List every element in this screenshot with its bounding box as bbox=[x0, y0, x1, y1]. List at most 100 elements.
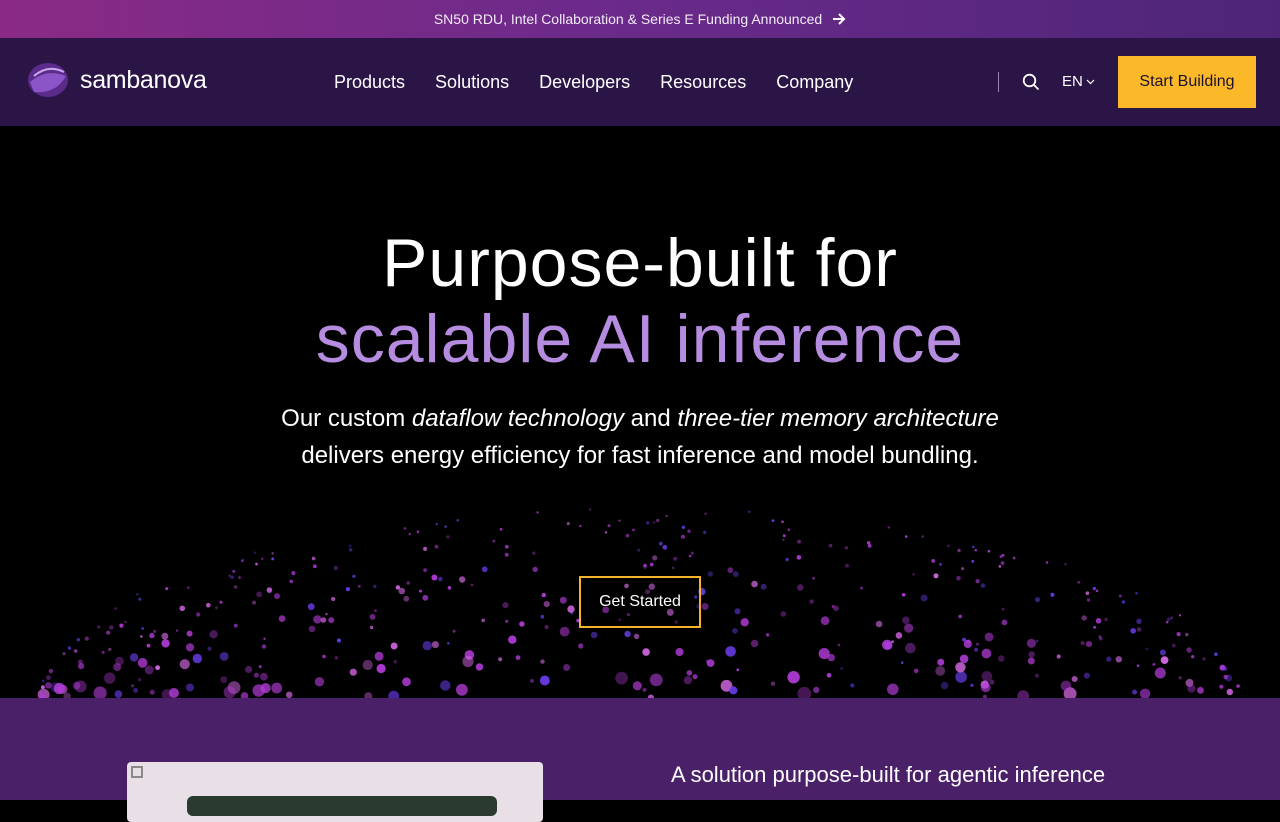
particle-dot bbox=[252, 684, 265, 697]
particle-dot bbox=[751, 580, 758, 588]
language-selector[interactable]: EN bbox=[1062, 73, 1095, 90]
logo-text: sambanova bbox=[80, 65, 207, 94]
main-nav: Products Solutions Developers Resources … bbox=[334, 38, 853, 126]
particle-dot bbox=[374, 651, 384, 661]
particle-dot bbox=[975, 579, 980, 584]
particle-dot bbox=[314, 677, 325, 687]
particle-dot bbox=[532, 566, 538, 573]
announcement-bar[interactable]: SN50 RDU, Intel Collaboration & Series E… bbox=[0, 0, 1280, 38]
particle-dot bbox=[837, 643, 841, 647]
particle-dot bbox=[498, 657, 503, 662]
particle-dot bbox=[369, 613, 376, 620]
particle-dot bbox=[642, 687, 647, 692]
particle-dot bbox=[1028, 651, 1035, 658]
particle-dot bbox=[632, 681, 642, 691]
particle-dot bbox=[981, 648, 992, 659]
get-started-button[interactable]: Get Started bbox=[579, 576, 701, 628]
hero-title-line2: scalable AI inference bbox=[315, 301, 965, 377]
particle-dot bbox=[185, 643, 195, 652]
particle-dot bbox=[263, 637, 266, 640]
particle-dot bbox=[499, 528, 503, 531]
particle-dot bbox=[1170, 616, 1174, 620]
particle-dot bbox=[179, 659, 190, 670]
particle-dot bbox=[41, 679, 45, 683]
particle-dot bbox=[504, 552, 509, 557]
particle-dot bbox=[41, 685, 45, 690]
particle-dot bbox=[578, 643, 584, 649]
particle-dot bbox=[681, 525, 686, 529]
particle-dot bbox=[312, 564, 317, 569]
particle-dot bbox=[1060, 680, 1072, 692]
particle-dot bbox=[114, 690, 123, 698]
particle-dot bbox=[333, 565, 338, 571]
particle-dot bbox=[707, 571, 713, 577]
particle-dot bbox=[138, 678, 142, 682]
particle-dot bbox=[161, 639, 170, 648]
nav-resources[interactable]: Resources bbox=[660, 72, 746, 93]
product-image bbox=[127, 762, 543, 822]
particle-dot bbox=[169, 688, 179, 698]
particle-dot bbox=[1139, 688, 1151, 698]
nav-solutions[interactable]: Solutions bbox=[435, 72, 509, 93]
particle-dot bbox=[431, 574, 438, 581]
particle-dot bbox=[998, 655, 1005, 662]
particle-dot bbox=[408, 532, 411, 536]
particle-dot bbox=[459, 576, 466, 583]
particle-dot bbox=[1001, 553, 1005, 557]
particle-dot bbox=[827, 653, 835, 662]
particle-dot bbox=[1000, 561, 1005, 565]
particle-dot bbox=[607, 524, 611, 528]
particle-dot bbox=[357, 584, 361, 588]
particle-dot bbox=[750, 639, 759, 648]
particle-dot bbox=[1026, 638, 1036, 648]
nav-company[interactable]: Company bbox=[776, 72, 853, 93]
particle-dot bbox=[481, 566, 488, 573]
particle-dot bbox=[980, 583, 986, 588]
particle-dot bbox=[1226, 688, 1234, 696]
particle-dot bbox=[1071, 676, 1078, 682]
particle-dot bbox=[416, 530, 420, 534]
particle-dot bbox=[812, 576, 816, 580]
particle-dot bbox=[253, 551, 257, 554]
particle-dot bbox=[349, 548, 353, 552]
hero-description-line2: delivers energy efficiency for fast infe… bbox=[301, 442, 979, 469]
particle-dot bbox=[705, 659, 710, 664]
particle-dot bbox=[325, 612, 328, 616]
particle-dot bbox=[406, 581, 411, 585]
particle-dot bbox=[209, 630, 218, 639]
nav-products[interactable]: Products bbox=[334, 72, 405, 93]
particle-dot bbox=[84, 636, 89, 641]
start-building-button[interactable]: Start Building bbox=[1118, 56, 1256, 108]
particle-dot bbox=[1165, 620, 1169, 624]
site-header: sambanova Products Solutions Developers … bbox=[0, 38, 1280, 126]
particle-dot bbox=[291, 571, 296, 576]
search-icon[interactable] bbox=[1022, 73, 1040, 91]
particle-dot bbox=[322, 654, 326, 659]
particle-dot bbox=[261, 557, 264, 561]
particle-dot bbox=[113, 663, 122, 672]
particle-dot bbox=[766, 633, 770, 637]
particle-dot bbox=[423, 568, 427, 572]
particle-dot bbox=[403, 527, 407, 530]
particle-dot bbox=[345, 587, 350, 592]
particle-dot bbox=[760, 583, 767, 590]
logo[interactable]: sambanova bbox=[26, 60, 207, 100]
header-divider bbox=[998, 72, 999, 92]
particle-dot bbox=[165, 587, 169, 591]
particle-dot bbox=[955, 662, 966, 673]
announcement-text[interactable]: SN50 RDU, Intel Collaboration & Series E… bbox=[434, 11, 822, 27]
particle-dot bbox=[1178, 614, 1182, 617]
chip-board bbox=[187, 796, 497, 816]
particle-dot bbox=[334, 656, 338, 660]
particle-dot bbox=[1159, 649, 1166, 656]
particle-dot bbox=[72, 681, 81, 690]
particle-dot bbox=[901, 593, 906, 597]
nav-developers[interactable]: Developers bbox=[539, 72, 630, 93]
particle-dot bbox=[446, 535, 450, 539]
particle-dot bbox=[604, 531, 608, 534]
particle-dot bbox=[136, 593, 139, 596]
particle-dot bbox=[633, 633, 640, 640]
particle-dot bbox=[912, 573, 915, 576]
particle-dot bbox=[149, 689, 155, 695]
particle-dot bbox=[998, 565, 1002, 568]
